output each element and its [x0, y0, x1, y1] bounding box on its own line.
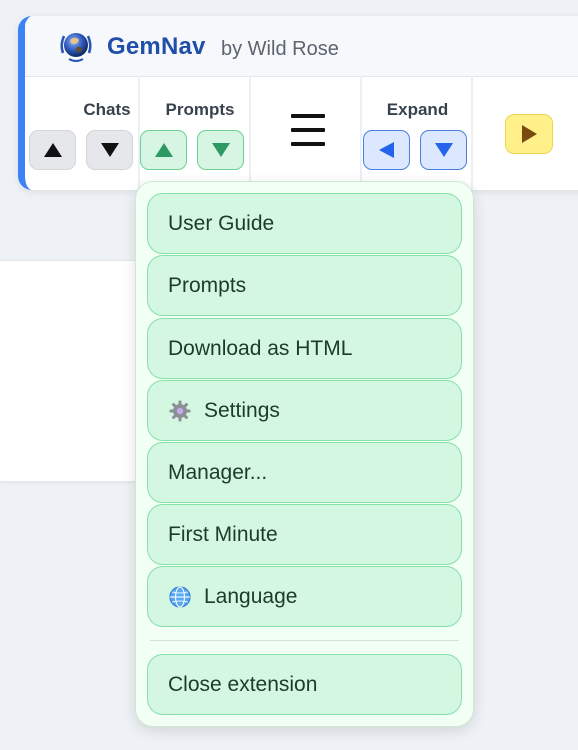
play-button[interactable] [505, 114, 553, 154]
gemnav-toolbar: GemNav by Wild Rose Chats Prompts Expand [18, 16, 578, 190]
globe-icon [169, 585, 191, 608]
menu-item-label: Prompts [168, 273, 247, 297]
menu-item-label: First Minute [168, 522, 278, 546]
menu-item-download-html[interactable]: Download as HTML [147, 318, 462, 379]
menu-item-prompts[interactable]: Prompts [147, 255, 462, 316]
chats-down-button[interactable] [86, 130, 133, 170]
menu-item-manager[interactable]: Manager... [147, 442, 462, 503]
expand-down-button[interactable] [420, 130, 467, 170]
triangle-down-icon [100, 143, 119, 157]
expand-left-button[interactable] [363, 130, 410, 170]
group-divider [360, 76, 362, 190]
chats-up-button[interactable] [29, 130, 76, 170]
dropdown-menu: User Guide Prompts Download as HTML Sett… [135, 181, 474, 727]
menu-item-label: Download as HTML [168, 336, 353, 360]
menu-divider [150, 640, 459, 641]
menu-item-label: Language [204, 584, 298, 608]
menu-item-settings[interactable]: Settings [147, 380, 462, 441]
app-author: by Wild Rose [221, 38, 339, 60]
menu-item-label: Manager... [168, 460, 268, 484]
menu-item-label: User Guide [168, 211, 275, 235]
globe-wreath-icon [60, 33, 92, 62]
play-icon [522, 125, 537, 143]
triangle-up-icon [43, 143, 62, 157]
prompts-down-button[interactable] [197, 130, 244, 170]
app-title: GemNav [107, 33, 206, 60]
menu-item-label: Settings [204, 398, 280, 422]
menu-item-language[interactable]: Language [147, 566, 462, 627]
triangle-down-icon [434, 143, 453, 157]
group-divider [249, 76, 251, 190]
background-panel [0, 260, 150, 482]
menu-item-close-extension[interactable]: Close extension [147, 654, 462, 715]
group-divider [138, 76, 140, 190]
page: GemNav by Wild Rose Chats Prompts Expand… [0, 0, 578, 750]
triangle-down-icon [211, 143, 230, 157]
hamburger-menu-button[interactable] [289, 114, 327, 152]
group-divider [471, 76, 473, 190]
prompts-label: Prompts [165, 100, 235, 119]
menu-item-first-minute[interactable]: First Minute [147, 504, 462, 565]
triangle-up-icon [154, 143, 173, 157]
expand-label: Expand [386, 100, 449, 119]
menu-item-label: Close extension [168, 672, 318, 696]
prompts-up-button[interactable] [140, 130, 187, 170]
toolbar-controls: Chats Prompts Expand [25, 76, 578, 190]
hamburger-icon-line [291, 128, 325, 132]
menu-item-user-guide[interactable]: User Guide [147, 193, 462, 254]
toolbar-title-bar: GemNav by Wild Rose [25, 16, 578, 77]
hamburger-icon-line [291, 142, 325, 146]
hamburger-icon [291, 114, 325, 118]
gear-icon [169, 400, 191, 421]
triangle-left-icon [378, 142, 394, 158]
